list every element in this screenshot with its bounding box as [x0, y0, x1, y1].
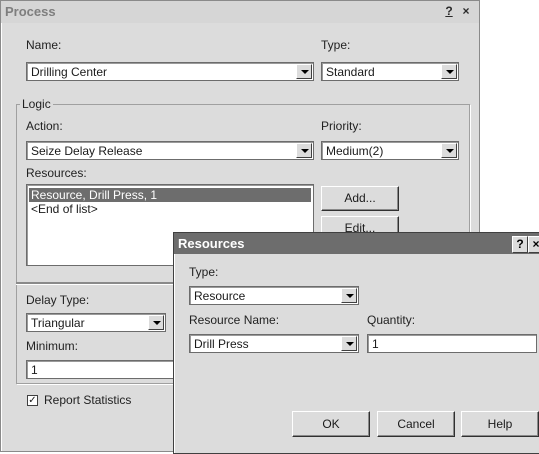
type-combobox[interactable]: Standard — [321, 62, 459, 81]
resource-type-value: Resource — [194, 289, 246, 303]
close-icon[interactable]: × — [528, 236, 539, 253]
resources-title-bar[interactable]: Resources ? × — [174, 233, 539, 254]
quantity-value: 1 — [372, 337, 379, 351]
name-label: Name: — [26, 38, 62, 52]
report-statistics-label: Report Statistics — [44, 393, 132, 407]
type-value: Standard — [326, 65, 375, 79]
logic-group-label: Logic — [20, 97, 53, 111]
list-item[interactable]: Resource, Drill Press, 1 — [29, 188, 311, 202]
chevron-down-icon[interactable] — [341, 288, 357, 303]
type-label: Type: — [321, 38, 351, 52]
delay-type-value: Triangular — [31, 316, 85, 330]
action-combobox[interactable]: Seize Delay Release — [26, 141, 314, 160]
minimum-value: 1 — [31, 363, 38, 377]
chevron-down-icon[interactable] — [441, 143, 457, 158]
priority-label: Priority: — [321, 119, 362, 133]
priority-value: Medium(2) — [326, 144, 384, 158]
minimum-label: Minimum: — [26, 339, 79, 353]
cancel-button[interactable]: Cancel — [377, 411, 455, 437]
chevron-down-icon[interactable] — [296, 64, 312, 79]
help-icon[interactable]: ? — [442, 4, 456, 19]
help-button[interactable]: Help — [461, 411, 539, 437]
list-item[interactable]: <End of list> — [29, 202, 100, 216]
resource-type-combobox[interactable]: Resource — [189, 286, 359, 305]
resource-name-label: Resource Name: — [189, 313, 280, 327]
quantity-label: Quantity: — [367, 313, 416, 327]
resource-name-value: Drill Press — [194, 337, 249, 351]
delay-type-label: Delay Type: — [26, 293, 90, 307]
quantity-input[interactable]: 1 — [367, 334, 537, 353]
add-button[interactable]: Add... — [321, 186, 399, 211]
close-icon[interactable]: × — [459, 4, 473, 19]
report-statistics-checkbox[interactable]: ✓ — [27, 395, 38, 406]
delay-separator — [16, 282, 180, 285]
action-value: Seize Delay Release — [31, 144, 143, 158]
action-label: Action: — [26, 119, 63, 133]
chevron-down-icon[interactable] — [296, 143, 312, 158]
chevron-down-icon[interactable] — [441, 64, 457, 79]
process-title-bar[interactable]: Process ? × — [1, 1, 479, 23]
priority-combobox[interactable]: Medium(2) — [321, 141, 459, 160]
chevron-down-icon[interactable] — [148, 315, 164, 330]
ok-button[interactable]: OK — [292, 411, 370, 437]
chevron-down-icon[interactable] — [341, 336, 357, 351]
minimum-input[interactable]: 1 — [26, 360, 176, 379]
name-value: Drilling Center — [31, 65, 108, 79]
name-combobox[interactable]: Drilling Center — [26, 62, 314, 81]
resources-dialog-title: Resources — [178, 236, 245, 251]
process-dialog-title: Process — [5, 4, 56, 19]
resource-name-combobox[interactable]: Drill Press — [189, 334, 359, 353]
resources-label: Resources: — [26, 166, 87, 180]
delay-type-combobox[interactable]: Triangular — [26, 313, 166, 332]
help-icon[interactable]: ? — [512, 236, 528, 253]
resource-type-label: Type: — [189, 265, 219, 279]
resources-dialog: Resources ? × Type: Resource Resource Na… — [173, 232, 539, 454]
